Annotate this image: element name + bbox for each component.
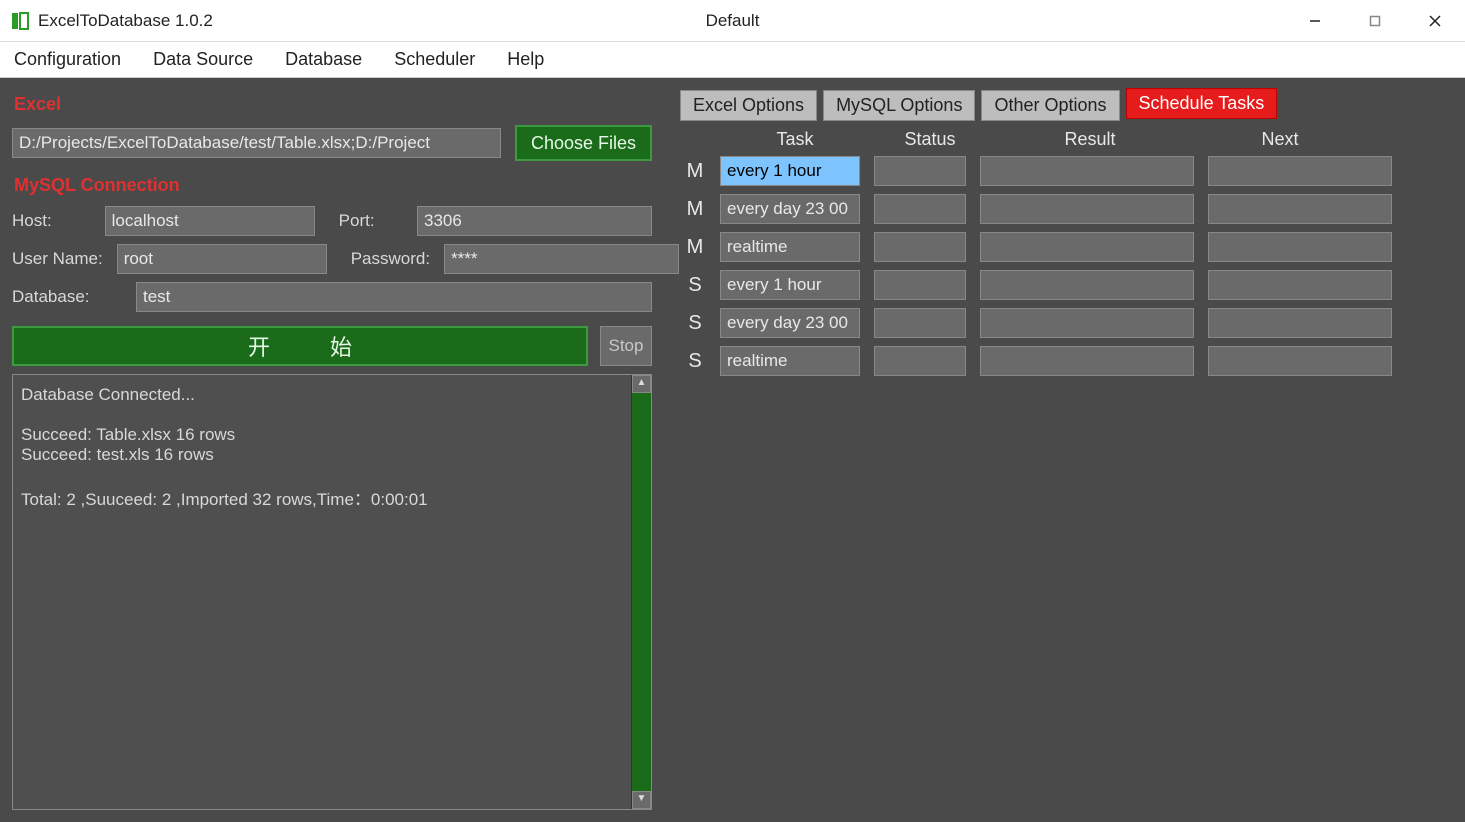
database-label: Database:: [12, 287, 122, 307]
schedule-row: S: [684, 346, 1453, 376]
schedule-row: S: [684, 270, 1453, 300]
choose-files-button[interactable]: Choose Files: [515, 125, 652, 161]
col-task: Task: [720, 129, 870, 150]
app-title: ExcelToDatabase 1.0.2: [38, 11, 213, 31]
cell-task[interactable]: [720, 270, 860, 300]
close-button[interactable]: [1405, 0, 1465, 41]
row-flag: M: [684, 198, 706, 221]
cell-status[interactable]: [874, 156, 966, 186]
schedule-row: M: [684, 194, 1453, 224]
cell-result[interactable]: [980, 270, 1194, 300]
cell-next[interactable]: [1208, 232, 1392, 262]
tab-schedule-tasks[interactable]: Schedule Tasks: [1126, 88, 1278, 119]
cell-next[interactable]: [1208, 270, 1392, 300]
left-pane: Excel Choose Files MySQL Connection Host…: [12, 88, 652, 810]
cell-result[interactable]: [980, 346, 1194, 376]
password-label: Password:: [351, 249, 430, 269]
log-scrollbar[interactable]: ▲ ▼: [631, 375, 651, 809]
schedule-row: S: [684, 308, 1453, 338]
cell-status[interactable]: [874, 308, 966, 338]
cell-task[interactable]: [720, 308, 860, 338]
database-input[interactable]: [136, 282, 652, 312]
menu-help[interactable]: Help: [501, 45, 550, 74]
minimize-button[interactable]: [1285, 0, 1345, 41]
cell-status[interactable]: [874, 194, 966, 224]
schedule-row: M: [684, 156, 1453, 186]
cell-result[interactable]: [980, 232, 1194, 262]
cell-task[interactable]: [720, 156, 860, 186]
schedule-rows: MMMSSS: [680, 156, 1453, 376]
window-subtitle: Default: [706, 11, 760, 31]
col-next: Next: [1190, 129, 1370, 150]
host-label: Host:: [12, 211, 91, 231]
schedule-header: Task Status Result Next: [680, 125, 1453, 156]
cell-status[interactable]: [874, 270, 966, 300]
window-controls: [1285, 0, 1465, 41]
row-flag: M: [684, 236, 706, 259]
workarea: Excel Choose Files MySQL Connection Host…: [0, 78, 1465, 822]
scroll-up-icon[interactable]: ▲: [632, 375, 651, 393]
right-pane: Excel OptionsMySQL OptionsOther OptionsS…: [680, 88, 1453, 810]
cell-next[interactable]: [1208, 156, 1392, 186]
row-flag: S: [684, 350, 706, 373]
excel-section-label: Excel: [14, 94, 652, 115]
col-result: Result: [990, 129, 1190, 150]
cell-task[interactable]: [720, 194, 860, 224]
cell-next[interactable]: [1208, 308, 1392, 338]
password-input[interactable]: [444, 244, 679, 274]
cell-result[interactable]: [980, 194, 1194, 224]
menubar: Configuration Data Source Database Schedule…: [0, 42, 1465, 78]
app-icon: [10, 11, 30, 31]
tab-mysql-options[interactable]: MySQL Options: [823, 90, 975, 121]
row-flag: S: [684, 312, 706, 335]
cell-next[interactable]: [1208, 194, 1392, 224]
cell-result[interactable]: [980, 308, 1194, 338]
menu-scheduler[interactable]: Scheduler: [388, 45, 481, 74]
menu-database[interactable]: Database: [279, 45, 368, 74]
tab-other-options[interactable]: Other Options: [981, 90, 1119, 121]
schedule-row: M: [684, 232, 1453, 262]
cell-next[interactable]: [1208, 346, 1392, 376]
row-flag: M: [684, 160, 706, 183]
cell-task[interactable]: [720, 232, 860, 262]
maximize-button[interactable]: [1345, 0, 1405, 41]
file-path-input[interactable]: [12, 128, 501, 158]
titlebar: ExcelToDatabase 1.0.2 Default: [0, 0, 1465, 42]
cell-result[interactable]: [980, 156, 1194, 186]
port-label: Port:: [339, 211, 403, 231]
cell-task[interactable]: [720, 346, 860, 376]
menu-data-source[interactable]: Data Source: [147, 45, 259, 74]
col-status: Status: [870, 129, 990, 150]
menu-configuration[interactable]: Configuration: [8, 45, 127, 74]
stop-button[interactable]: Stop: [600, 326, 652, 366]
user-input[interactable]: [117, 244, 327, 274]
scroll-down-icon[interactable]: ▼: [632, 791, 651, 809]
log-area: Database Connected... Succeed: Table.xls…: [12, 374, 652, 810]
port-input[interactable]: [417, 206, 652, 236]
cell-status[interactable]: [874, 232, 966, 262]
user-label: User Name:: [12, 249, 103, 269]
mysql-section-label: MySQL Connection: [14, 175, 652, 196]
cell-status[interactable]: [874, 346, 966, 376]
row-flag: S: [684, 274, 706, 297]
log-text: Database Connected... Succeed: Table.xls…: [13, 375, 631, 809]
start-button[interactable]: 开始: [12, 326, 588, 366]
tab-excel-options[interactable]: Excel Options: [680, 90, 817, 121]
host-input[interactable]: [105, 206, 315, 236]
tabs: Excel OptionsMySQL OptionsOther OptionsS…: [680, 88, 1453, 119]
